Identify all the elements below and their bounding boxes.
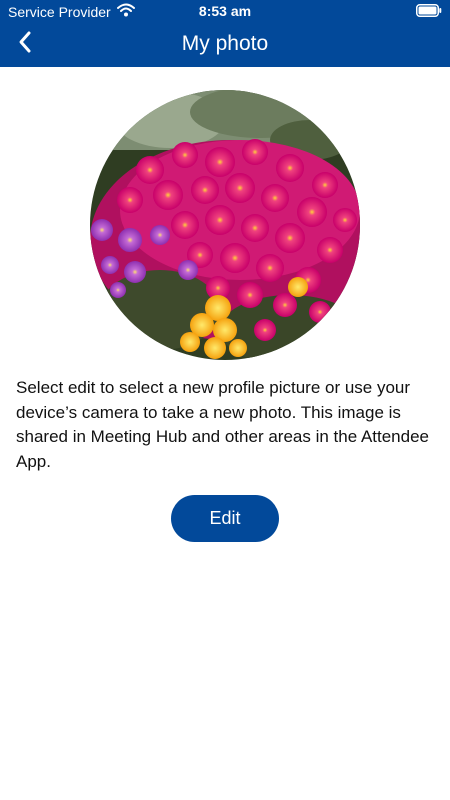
- edit-button-label: Edit: [209, 508, 241, 528]
- pink-flowers-photo: [90, 90, 360, 360]
- edit-button[interactable]: Edit: [171, 495, 279, 542]
- app-header: Service Provider 8:53 am My photo: [0, 0, 450, 67]
- my-photo-screen: Service Provider 8:53 am My photo Select…: [0, 0, 450, 800]
- status-bar: Service Provider 8:53 am: [0, 0, 450, 22]
- battery-icon: [416, 4, 442, 20]
- profile-photo: [90, 90, 360, 360]
- nav-bar: My photo: [0, 22, 450, 67]
- page-title: My photo: [181, 32, 269, 55]
- status-time: 8:53 am: [198, 3, 252, 19]
- photo-description: Select edit to select a new profile pict…: [16, 378, 430, 471]
